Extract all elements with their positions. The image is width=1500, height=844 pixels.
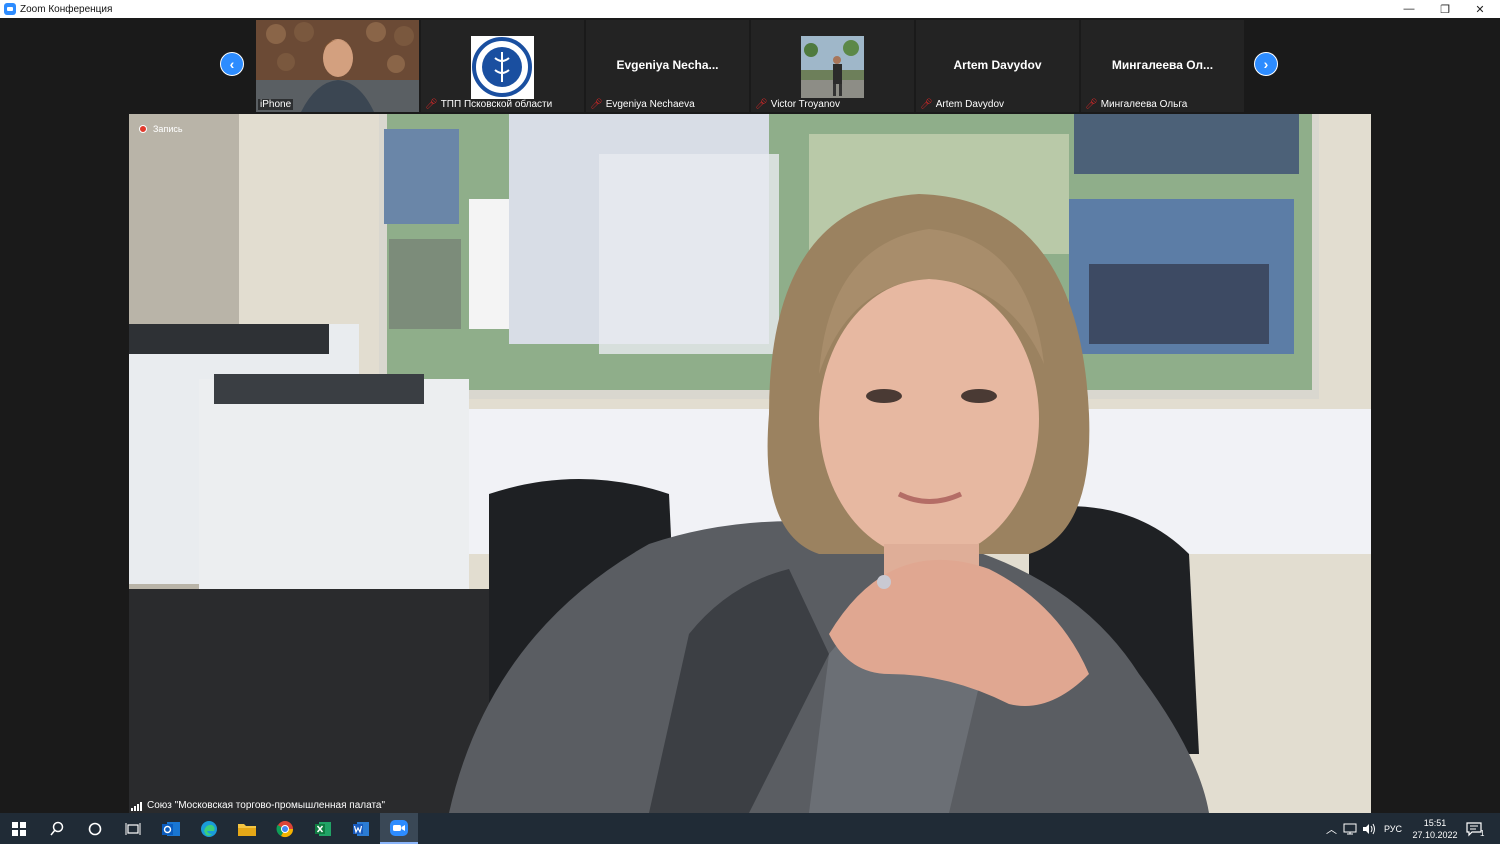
edge-taskbar-button[interactable] (190, 813, 228, 844)
speaker-video-frame (129, 114, 1371, 813)
edge-icon (201, 820, 217, 837)
participant-display-name: Evgeniya Necha... (616, 58, 719, 72)
participant-name: Artem Davydov (935, 99, 1005, 110)
zoom-taskbar-button[interactable] (380, 813, 418, 844)
start-button[interactable] (0, 813, 38, 844)
word-taskbar-button[interactable] (342, 813, 380, 844)
file-explorer-taskbar-button[interactable] (228, 813, 266, 844)
task-view-button[interactable] (114, 813, 152, 844)
mic-muted-icon: 🎤︎ (590, 99, 603, 110)
volume-button[interactable] (1362, 813, 1376, 844)
recording-indicator: Запись (139, 124, 183, 134)
speaker-label: Союз "Московская торгово-промышленная па… (131, 800, 385, 811)
window-title: Zoom Конференция (20, 3, 113, 15)
excel-taskbar-button[interactable] (304, 813, 342, 844)
search-icon (50, 821, 64, 835)
speaker-icon (1363, 823, 1375, 834)
search-button[interactable] (38, 813, 76, 844)
minimize-button[interactable]: — (1391, 0, 1427, 18)
mic-muted-icon: 🎤︎ (920, 99, 933, 110)
close-button[interactable]: ✕ (1462, 0, 1498, 18)
title-bar: Zoom Конференция (0, 0, 1500, 18)
clock-time: 15:51 (1423, 817, 1447, 828)
participant-name: Мингалеева Ольга (1100, 99, 1188, 110)
network-button[interactable] (1343, 813, 1357, 844)
recording-icon (139, 125, 147, 133)
participant-name: Victor Troyanov (770, 99, 840, 110)
show-hidden-icons-button[interactable]: ︿ (1326, 813, 1337, 844)
chrome-taskbar-button[interactable] (266, 813, 304, 844)
participant-tile-victor[interactable]: 🎤︎ Victor Troyanov (751, 20, 914, 112)
language-label: РУС (1384, 823, 1403, 834)
mic-muted-icon: 🎤︎ (755, 99, 768, 110)
outlook-taskbar-button[interactable] (152, 813, 190, 844)
participant-tile-tpp-pskov[interactable]: 🎤︎ ТПП Псковской области (421, 20, 584, 112)
participant-name: ТПП Псковской области (440, 99, 553, 110)
participant-tile-mingaleeva[interactable]: Мингалеева Ол... 🎤︎ Мингалеева Ольга (1081, 20, 1244, 112)
restore-button[interactable]: ❐ (1427, 0, 1463, 18)
zoom-icon (390, 819, 408, 836)
network-icon (1343, 823, 1357, 834)
signal-bars-icon (131, 802, 143, 811)
active-speaker-video[interactable]: Запись Союз "Московская торгово-промышле… (129, 114, 1371, 813)
excel-icon (315, 821, 331, 836)
language-indicator[interactable]: РУС (1384, 813, 1402, 844)
speaker-name: Союз "Московская торгово-промышленная па… (147, 800, 386, 811)
mic-muted-icon: 🎤︎ (425, 99, 438, 110)
participant-name: Evgeniya Nechaeva (605, 99, 695, 110)
outlook-icon (162, 821, 180, 836)
clock-date: 27.10.2022 (1412, 829, 1458, 840)
next-page-button[interactable]: › (1254, 52, 1278, 76)
prev-page-button[interactable]: ‹ (220, 52, 244, 76)
mic-muted-icon: 🎤︎ (1085, 99, 1098, 110)
folder-icon (238, 823, 256, 836)
participant-tile-artem[interactable]: Artem Davydov 🎤︎ Artem Davydov (916, 20, 1079, 112)
chevron-right-icon: › (1263, 56, 1269, 72)
notification-count: 1 (1480, 829, 1485, 838)
chrome-icon (276, 820, 294, 837)
action-center-button[interactable]: 1 (1466, 813, 1484, 844)
participant-tile-evgeniya[interactable]: Evgeniya Necha... 🎤︎ Evgeniya Nechaeva (586, 20, 749, 112)
recording-label: Запись (153, 124, 183, 134)
participant-display-name: Мингалеева Ол... (1111, 58, 1214, 72)
cortana-button[interactable] (76, 813, 114, 844)
zoom-app-icon (4, 3, 16, 15)
chevron-left-icon: ‹ (229, 56, 235, 72)
participant-name: iPhone (260, 99, 292, 110)
word-icon (353, 821, 369, 836)
participant-tile-iphone[interactable]: iPhone (256, 20, 419, 112)
windows-taskbar: ︿ РУС 15:51 27.10.2022 1 (0, 813, 1500, 844)
task-view-icon (125, 822, 141, 835)
cortana-icon (88, 822, 102, 835)
clock[interactable]: 15:51 27.10.2022 (1410, 813, 1460, 844)
chevron-up-icon: ︿ (1326, 823, 1337, 836)
participant-display-name: Artem Davydov (953, 58, 1042, 72)
windows-logo-icon (12, 821, 26, 836)
